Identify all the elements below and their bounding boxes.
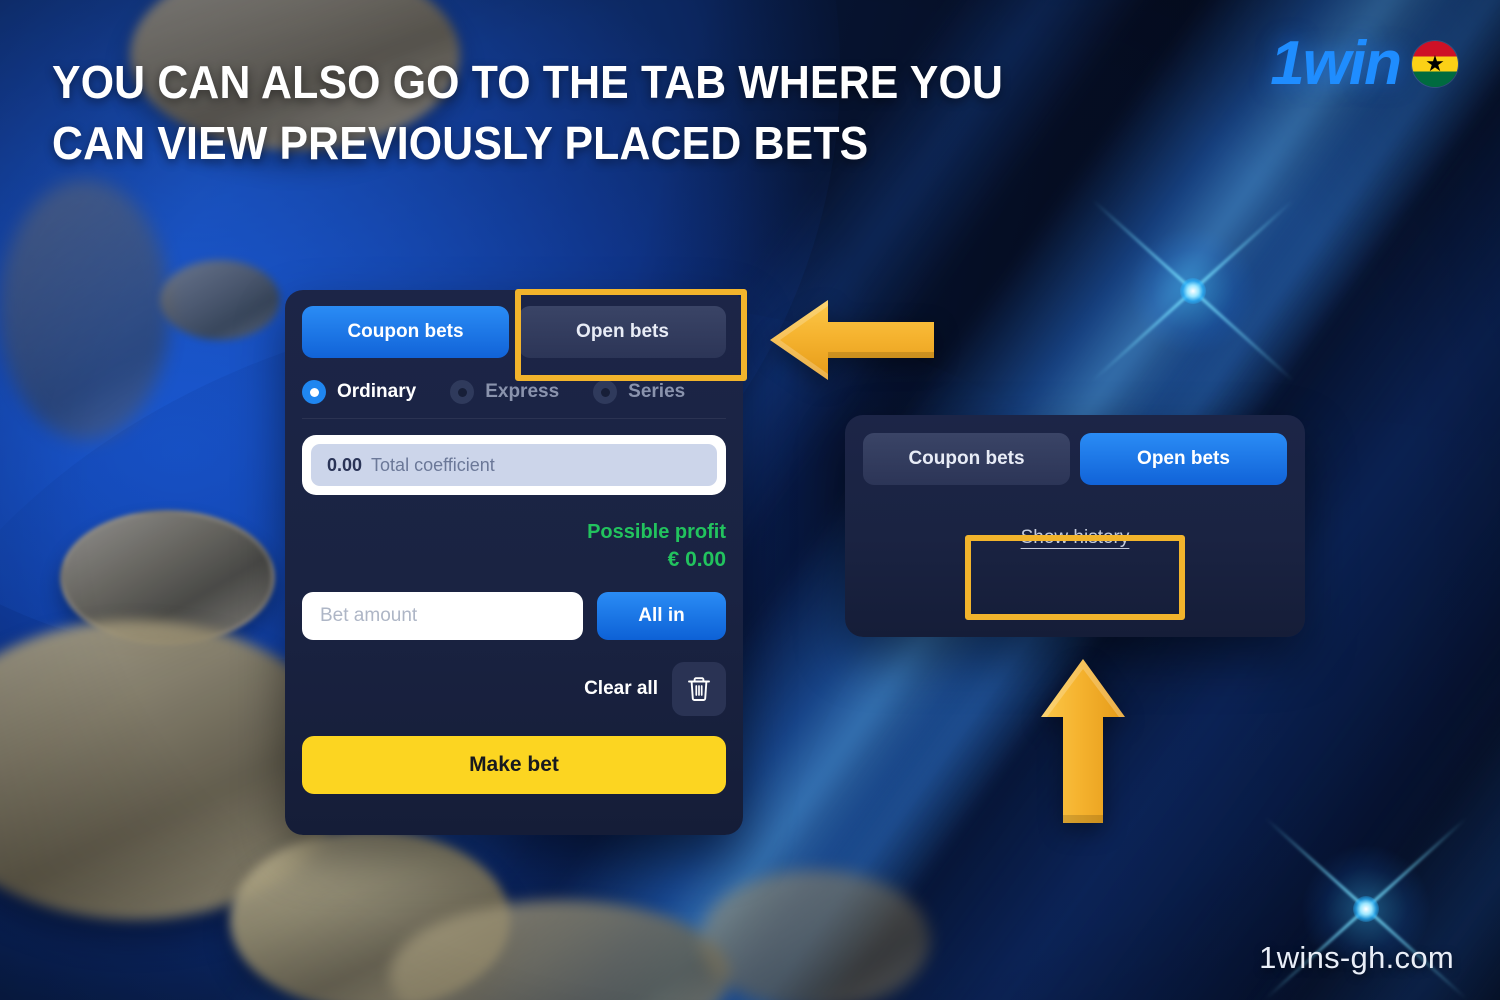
radio-series[interactable]: Series	[593, 380, 685, 404]
bet-amount-row: All in	[302, 592, 726, 641]
possible-profit-block: Possible profit € 0.00	[302, 519, 726, 574]
brand-logo[interactable]: 1win ★	[1270, 33, 1458, 95]
bet-slip-panel: Coupon bets Open bets Ordinary Express S…	[285, 290, 743, 835]
betslip-tab-row: Coupon bets Open bets	[302, 306, 726, 358]
radio-label-express: Express	[485, 381, 560, 402]
open-bets-panel: Coupon bets Open bets Show history	[845, 415, 1305, 637]
make-bet-button[interactable]: Make bet	[302, 736, 726, 795]
openbets-tab-row: Coupon bets Open bets	[863, 433, 1287, 485]
ghana-flag-icon: ★	[1412, 41, 1458, 87]
tab-open-bets[interactable]: Open bets	[519, 306, 726, 358]
clear-all-row: Clear all	[302, 662, 726, 717]
total-coefficient-field[interactable]: 0.00 Total coefficient	[311, 444, 717, 486]
possible-profit-label: Possible profit	[587, 521, 726, 543]
arrow-up-icon	[1041, 659, 1125, 823]
all-in-button[interactable]: All in	[597, 592, 726, 641]
flag-star-glyph: ★	[1425, 51, 1445, 76]
total-coefficient-label: Total coefficient	[371, 454, 495, 475]
headline-line-2: CAN VIEW PREVIOUSLY PLACED BETS	[52, 117, 869, 170]
promo-banner: YOU CAN ALSO GO TO THE TAB WHERE YOU CAN…	[0, 0, 1500, 1000]
clear-all-button[interactable]	[672, 662, 726, 717]
radio-label-ordinary: Ordinary	[337, 381, 417, 402]
bet-type-group: Ordinary Express Series	[302, 380, 726, 419]
trash-icon	[688, 677, 710, 702]
show-history-link[interactable]: Show history	[1021, 527, 1130, 549]
radio-dot-icon	[302, 380, 326, 404]
total-coefficient-value: 0.00	[327, 454, 363, 475]
show-history-zone: Show history	[863, 527, 1287, 549]
footer-url: 1wins-gh.com	[1259, 940, 1454, 975]
tab-open-bets-secondary[interactable]: Open bets	[1080, 433, 1287, 485]
radio-ordinary[interactable]: Ordinary	[302, 380, 416, 404]
tab-coupon-bets-secondary[interactable]: Coupon bets	[863, 433, 1070, 485]
bet-amount-input[interactable]	[302, 592, 583, 641]
possible-profit-amount: € 0.00	[667, 548, 726, 571]
clear-all-label[interactable]: Clear all	[584, 678, 658, 700]
radio-label-series: Series	[628, 381, 686, 402]
headline-line-1: YOU CAN ALSO GO TO THE TAB WHERE YOU	[52, 56, 1004, 108]
logo-wordmark: 1win	[1270, 29, 1402, 98]
radio-dot-icon	[450, 380, 475, 404]
tab-coupon-bets[interactable]: Coupon bets	[302, 306, 509, 358]
page-title: YOU CAN ALSO GO TO THE TAB WHERE YOU CAN…	[52, 52, 1084, 174]
radio-express[interactable]: Express	[450, 380, 559, 404]
radio-dot-icon	[593, 380, 618, 404]
arrow-left-icon	[770, 300, 934, 380]
total-coefficient-container: 0.00 Total coefficient	[302, 435, 726, 495]
